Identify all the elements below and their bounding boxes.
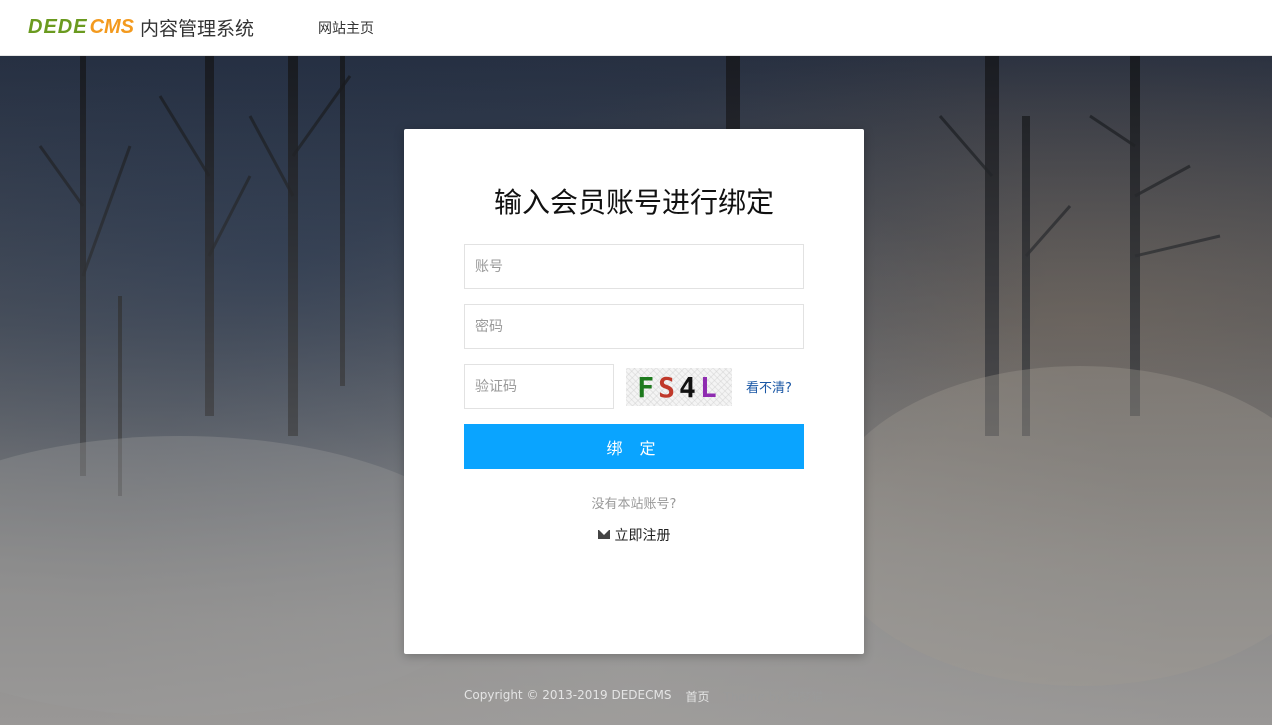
site-logo[interactable]: DEDE CMS 内容管理系统 [28,0,254,56]
captcha-char-2: S [658,370,679,404]
footer-home-link[interactable]: 首页 [685,688,709,705]
card-title: 输入会员账号进行绑定 [493,186,774,219]
page-footer: Copyright © 2013-2019 DEDECMS 首页 Theme b… [464,688,823,705]
top-header: DEDE CMS 内容管理系统 网站主页 [0,0,1272,56]
captcha-char-1: F [637,370,659,404]
bind-account-card: 输入会员账号进行绑定 F S 4 L 看不清? 绑 定 没有本站账号? 立即注册 [404,129,864,654]
account-input[interactable] [464,244,804,289]
captcha-char-4: L [699,370,721,404]
footer-theme-credit: Theme by 织梦猫 [723,690,824,704]
nav-home-link[interactable]: 网站主页 [318,18,374,38]
captcha-char-3: 4 [679,370,700,404]
footer-copyright: Copyright © 2013-2019 DEDECMS [464,688,672,702]
captcha-input[interactable] [464,364,614,409]
refresh-captcha-link[interactable]: 看不清? [746,377,792,396]
logo-brand-cms: CMS [89,16,135,38]
password-input[interactable] [464,304,804,349]
no-account-text: 没有本站账号? [591,497,677,512]
logo-brand-dede: DEDE [28,16,88,38]
mail-icon [597,530,610,539]
register-label: 立即注册 [614,528,671,544]
register-link[interactable]: 立即注册 [404,525,864,545]
captcha-image[interactable]: F S 4 L [626,368,732,406]
bind-submit-button[interactable]: 绑 定 [464,424,804,469]
logo-subtitle: 内容管理系统 [140,18,255,40]
